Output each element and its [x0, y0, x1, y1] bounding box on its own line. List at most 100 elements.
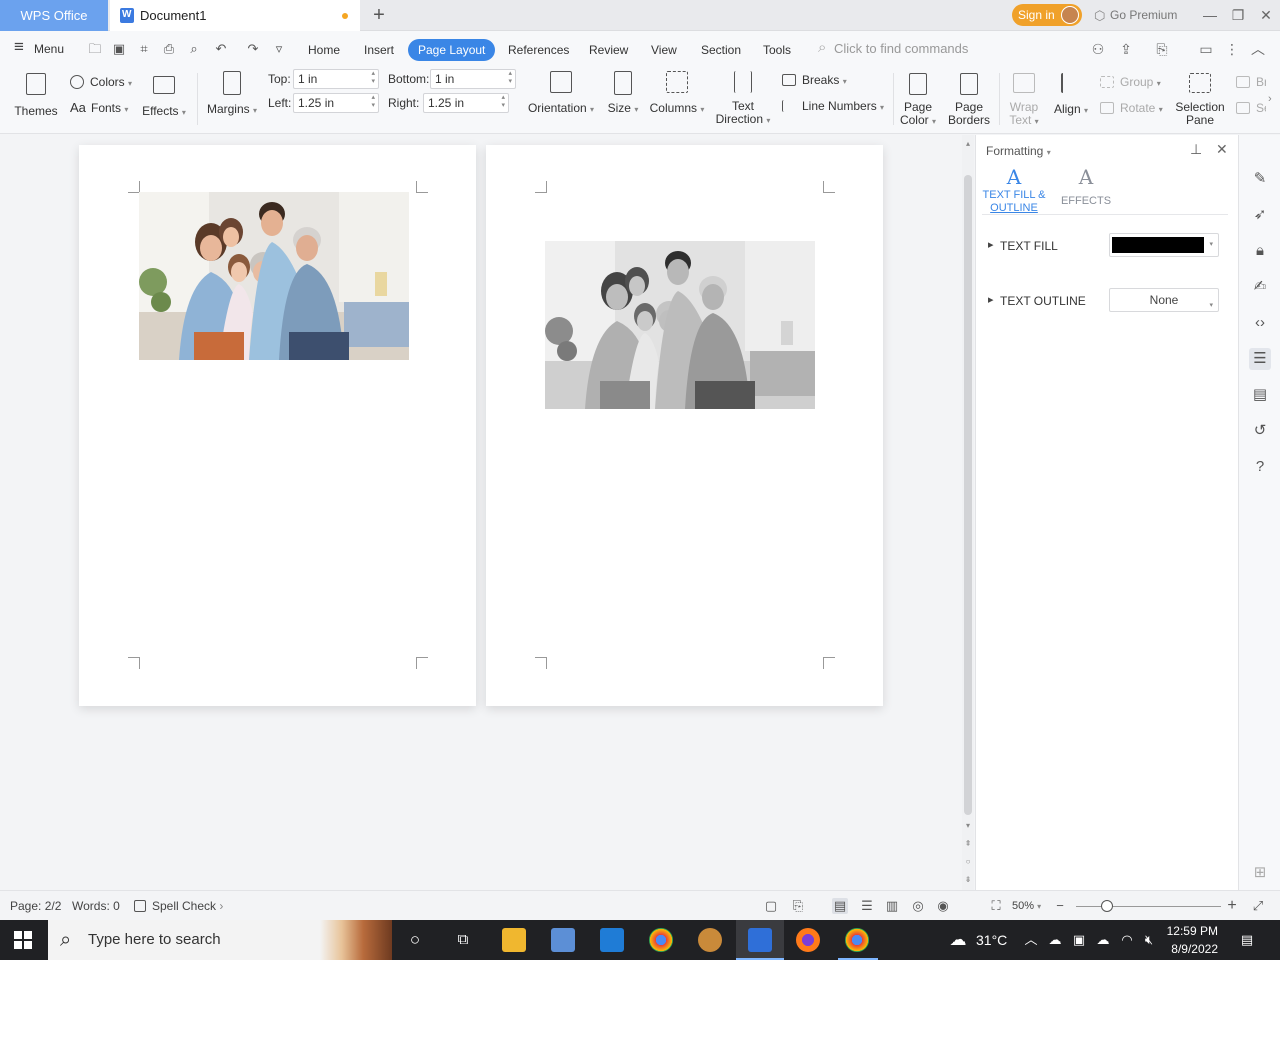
pin-icon[interactable]: ⊥ — [1190, 141, 1202, 158]
orientation-button[interactable]: Orientation ▾ — [526, 71, 596, 116]
colors-button[interactable]: Colors ▾ — [70, 73, 132, 91]
tray-expand-icon[interactable]: ︿ — [1022, 931, 1040, 949]
tab-section[interactable]: Section — [693, 39, 749, 61]
share-icon[interactable]: ⇪ — [1116, 39, 1136, 59]
wifi-icon[interactable]: ◠ — [1118, 931, 1136, 949]
word-count[interactable]: Words: 0 — [72, 891, 120, 921]
effects-button[interactable]: Effects ▾ — [140, 73, 188, 119]
signature-icon[interactable]: ✍ — [1249, 276, 1271, 298]
save-icon[interactable]: ▣ — [110, 40, 128, 58]
apps-grid-icon[interactable]: ⊞ — [1249, 862, 1271, 884]
web-layout-icon[interactable]: ◎ — [910, 898, 926, 914]
text-outline-row[interactable]: TEXT OUTLINE — [988, 293, 1086, 308]
panel-close-icon[interactable]: ✕ — [1216, 141, 1228, 158]
wrap-text-button[interactable]: Wrap Text ▾ — [1004, 73, 1044, 128]
margins-button[interactable]: Margins ▾ — [204, 71, 260, 117]
task-view-icon[interactable]: ⧉ — [454, 931, 472, 949]
send-backward-button[interactable]: Se — [1236, 99, 1266, 117]
onedrive-sync-icon[interactable]: ☁ — [1046, 931, 1064, 949]
lock-icon[interactable]: 🔒︎ — [1249, 240, 1271, 262]
group-button[interactable]: Group ▾ — [1100, 73, 1161, 91]
tab-home[interactable]: Home — [300, 39, 348, 61]
eye-protection-icon[interactable]: ◉ — [935, 898, 951, 914]
page-2[interactable] — [486, 145, 883, 706]
meet-now-icon[interactable]: ▣ — [1070, 931, 1088, 949]
volume-muted-icon[interactable]: 🔇︎ — [1140, 931, 1158, 949]
ribbon-scroll-right-icon[interactable]: › — [1268, 93, 1272, 105]
fullscreen-icon[interactable]: ⤢ — [1250, 898, 1266, 914]
go-premium-button[interactable]: Go Premium — [1094, 0, 1177, 31]
page-view-icon[interactable]: ▢ — [763, 898, 779, 914]
share-user-icon[interactable]: ⚇ — [1088, 39, 1108, 59]
print-icon[interactable]: ⎙ — [160, 40, 178, 58]
formatting-title[interactable]: Formatting ▾ — [986, 144, 1051, 158]
undo-icon[interactable]: ↶ — [212, 40, 230, 58]
wps-taskbar-active[interactable] — [736, 920, 784, 960]
selection-pane-button[interactable]: Selection Pane — [1174, 73, 1226, 127]
rotate-button[interactable]: Rotate ▾ — [1100, 99, 1163, 117]
reading-mode-icon[interactable]: ⎘ — [790, 898, 806, 914]
page-1[interactable] — [79, 145, 476, 706]
redo-icon[interactable]: ↷ — [244, 40, 262, 58]
family-photo-color[interactable] — [139, 192, 409, 360]
chrome-icon[interactable] — [649, 928, 673, 952]
weather-cloud-icon[interactable]: ☁ — [946, 931, 970, 949]
zoom-slider-knob[interactable] — [1101, 900, 1113, 912]
zoom-in-icon[interactable]: + — [1224, 898, 1240, 914]
document-tab[interactable]: Document1 — [110, 0, 360, 31]
breaks-button[interactable]: Breaks ▾ — [782, 71, 847, 89]
wps-office-tab[interactable]: WPS Office — [0, 0, 108, 31]
pen-icon[interactable]: ✎ — [1249, 168, 1271, 190]
zoom-out-icon[interactable]: − — [1052, 898, 1068, 914]
zoom-slider-track[interactable] — [1076, 906, 1221, 907]
formatting-sliders-icon[interactable]: ☰ — [1249, 348, 1271, 370]
tab-effects[interactable]: A EFFECTS — [1060, 165, 1112, 208]
page-borders-button[interactable]: Page Borders — [946, 73, 992, 127]
bring-forward-button[interactable]: Br — [1236, 73, 1266, 91]
scroll-down-icon[interactable]: ▾ — [962, 821, 974, 831]
customize-dropdown-icon[interactable]: ▿ — [270, 40, 288, 58]
microsoft-store-icon[interactable] — [600, 928, 624, 952]
scroll-thumb[interactable] — [964, 175, 972, 815]
list-panel-icon[interactable]: ▤ — [1249, 384, 1271, 406]
windows-start-icon[interactable] — [14, 931, 32, 949]
family-photo-grayscale[interactable] — [545, 241, 815, 409]
tab-view[interactable]: View — [643, 39, 685, 61]
temperature[interactable]: 31°C — [976, 932, 1007, 948]
menu-button[interactable]: Menu — [12, 37, 64, 59]
help-icon[interactable]: ? — [1249, 456, 1271, 478]
text-outline-select[interactable]: None ▾ — [1109, 288, 1219, 312]
text-fill-row[interactable]: TEXT FILL — [988, 238, 1058, 253]
paint-icon[interactable] — [698, 928, 722, 952]
print-layout-icon[interactable]: ▤ — [832, 898, 848, 914]
select-browse-icon[interactable]: ○ — [962, 857, 974, 867]
page-indicator[interactable]: Page: 2/2 — [10, 891, 61, 921]
left-margin-input[interactable]: 1.25 in — [293, 93, 379, 113]
clock-time[interactable]: 12:59 PM — [1164, 923, 1218, 939]
chrome-profile-icon[interactable] — [845, 928, 869, 952]
prev-page-icon[interactable]: ⇞ — [962, 839, 974, 849]
open-folder-icon[interactable]: 🗀 — [86, 40, 104, 58]
taskbar-search-box[interactable]: Type here to search — [48, 920, 392, 960]
fit-page-icon[interactable]: ⛶ — [988, 898, 1004, 914]
tab-references[interactable]: References — [500, 39, 577, 61]
sign-in-button[interactable]: Sign in — [1012, 4, 1082, 26]
document-workspace[interactable] — [0, 135, 960, 890]
vertical-scrollbar[interactable]: ▴ ▾ ⇞ ○ ⇟ — [962, 135, 974, 890]
close-icon[interactable]: ✕ — [1252, 0, 1280, 31]
columns-button[interactable]: Columns ▾ — [648, 71, 706, 116]
tab-text-fill-outline[interactable]: A TEXT FILL & OUTLINE — [980, 165, 1048, 215]
restore-icon[interactable]: ❐ — [1224, 0, 1252, 31]
cloud-icon[interactable]: ☁ — [1094, 931, 1112, 949]
select-cursor-icon[interactable]: ➶ — [1249, 204, 1271, 226]
code-icon[interactable]: ‹› — [1249, 312, 1271, 334]
bottom-margin-input[interactable]: 1 in — [430, 69, 516, 89]
next-page-icon[interactable]: ⇟ — [962, 875, 974, 885]
export-icon[interactable]: ⎘ — [1152, 39, 1172, 59]
align-button[interactable]: Align ▾ — [1050, 73, 1092, 117]
tab-tools[interactable]: Tools — [755, 39, 799, 61]
comment-icon[interactable]: ▭ — [1196, 39, 1216, 59]
print-preview-icon[interactable]: ⌕ — [185, 40, 203, 58]
fonts-button[interactable]: Aa Fonts ▾ — [70, 99, 128, 117]
format-painter-icon[interactable]: ⌗ — [135, 40, 153, 58]
